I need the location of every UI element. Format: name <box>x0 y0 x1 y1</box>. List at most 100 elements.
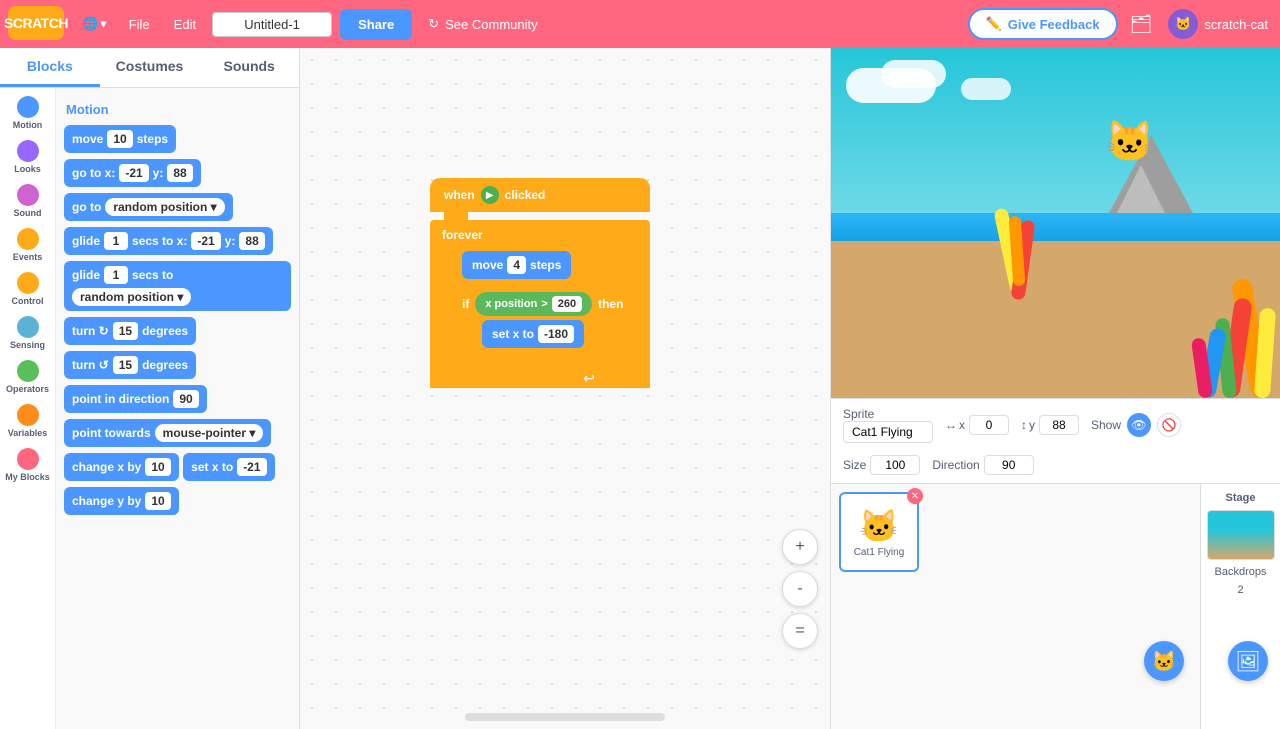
block-set-x[interactable]: set x to -21 <box>183 453 274 481</box>
scene-view: 🐱 <box>831 48 1280 398</box>
direction-input[interactable] <box>984 455 1034 475</box>
sprite-name-input[interactable] <box>843 421 933 443</box>
give-feedback-button[interactable]: ✏️ Give Feedback <box>968 8 1118 40</box>
file-menu[interactable]: File <box>121 13 158 36</box>
sidebar-item-motion[interactable]: Motion <box>3 92 53 134</box>
plants-area <box>1181 218 1280 398</box>
username-label: scratch-cat <box>1204 17 1268 32</box>
control-label: Control <box>12 296 44 306</box>
block-point-towards[interactable]: point towards mouse-pointer ▾ <box>64 419 271 447</box>
x-coord: ↔ x <box>945 415 1009 435</box>
block-glide-xy[interactable]: glide 1 secs to x: -21 y: 88 <box>64 227 273 255</box>
show-visible-button[interactable]: 👁 <box>1127 413 1151 437</box>
operators-label: Operators <box>6 384 49 394</box>
tabs-bar: Blocks Costumes Sounds <box>0 48 299 88</box>
globe-arrow: ▾ <box>100 16 107 32</box>
project-name-input[interactable]: Untitled-1 <box>212 12 332 37</box>
add-sprite-button[interactable]: 🐱 <box>1144 641 1184 681</box>
top-nav: SCRATCH 🌐 ▾ File Edit Untitled-1 Share ↻… <box>0 0 1280 48</box>
zoom-out-button[interactable]: - <box>782 571 818 607</box>
green-flag-icon: ▶ <box>481 186 499 204</box>
x-value-input[interactable] <box>969 415 1009 435</box>
size-input[interactable] <box>870 455 920 475</box>
sound-label: Sound <box>14 208 42 218</box>
code-canvas[interactable]: when ▶ clicked forever move 4 steps <box>300 48 830 729</box>
sidebar-item-sound[interactable]: Sound <box>3 180 53 222</box>
category-sidebar: Motion Looks Sound Events Control <box>0 88 56 729</box>
forever-block[interactable]: forever move 4 steps if <box>430 220 650 388</box>
sidebar-item-looks[interactable]: Looks <box>3 136 53 178</box>
blocks-list: Motion move 10 steps go to x: -21 y: 88 … <box>56 88 299 729</box>
sprites-panel: ✕ 🐱 Cat1 Flying Stage Backdrops 2 <box>831 484 1280 729</box>
right-panel: ⚑ ⬛ ⊡ ⊞ ⛶ <box>830 48 1280 729</box>
myblocks-label: My Blocks <box>5 472 50 482</box>
see-community-button[interactable]: ↻ See Community <box>420 12 545 36</box>
avatar: 🐱 <box>1168 9 1198 39</box>
direction-field: Direction <box>932 455 1033 475</box>
blocks-area: Motion Looks Sound Events Control <box>0 88 299 729</box>
stage-area: ⚑ ⬛ ⊡ ⊞ ⛶ <box>831 48 1280 398</box>
block-move-steps[interactable]: move 10 steps <box>64 125 176 153</box>
block-turn-cw[interactable]: turn ↻ 15 degrees <box>64 317 196 345</box>
forever-body: move 4 steps if x position > 26 <box>442 244 638 368</box>
sidebar-item-operators[interactable]: Operators <box>3 356 53 398</box>
block-change-y[interactable]: change y by 10 <box>64 487 179 515</box>
folder-icon[interactable]: 🗂 <box>1126 10 1157 39</box>
share-button[interactable]: Share <box>340 9 412 40</box>
if-then-block[interactable]: if x position > 260 then set x to <box>462 288 638 364</box>
add-backdrop-button[interactable]: 🖼 <box>1228 641 1268 681</box>
sprite-info-panel: Sprite ↔ x ↕ y Show 👁 🚫 <box>831 398 1280 484</box>
sidebar-item-events[interactable]: Events <box>3 224 53 266</box>
code-block-stack: when ▶ clicked forever move 4 steps <box>430 178 650 388</box>
condition-block[interactable]: x position > 260 <box>475 292 592 316</box>
tab-costumes[interactable]: Costumes <box>100 48 200 87</box>
community-icon: ↻ <box>428 16 439 32</box>
zoom-in-button[interactable]: + <box>782 529 818 565</box>
backdrops-label: Backdrops <box>1215 566 1267 578</box>
block-point-direction[interactable]: point in direction 90 <box>64 385 207 413</box>
backdrops-count: 2 <box>1237 584 1243 596</box>
sidebar-item-myblocks[interactable]: My Blocks <box>3 444 53 486</box>
sidebar-item-variables[interactable]: Variables <box>3 400 53 442</box>
sprite-thumb-label: Cat1 Flying <box>854 547 905 558</box>
backdrop-plus-icon: 🖼 <box>1235 649 1260 674</box>
scratch-logo[interactable]: SCRATCH <box>8 6 68 42</box>
globe-icon: 🌐 <box>82 16 98 32</box>
block-glide-random[interactable]: glide 1 secs to random position ▾ <box>64 261 291 311</box>
sprite-delete-button[interactable]: ✕ <box>907 488 923 504</box>
tab-sounds[interactable]: Sounds <box>199 48 299 87</box>
pencil-icon: ✏️ <box>986 16 1002 32</box>
y-value-input[interactable] <box>1039 415 1079 435</box>
main-area: Blocks Costumes Sounds Motion Looks Soun… <box>0 48 1280 729</box>
events-label: Events <box>13 252 43 262</box>
variables-label: Variables <box>8 428 48 438</box>
sidebar-item-sensing[interactable]: Sensing <box>3 312 53 354</box>
sidebar-item-control[interactable]: Control <box>3 268 53 310</box>
user-area[interactable]: 🐱 scratch-cat <box>1164 9 1272 39</box>
stage-thumbnail[interactable] <box>1207 510 1275 560</box>
zoom-fit-button[interactable]: = <box>782 613 818 649</box>
show-hidden-button[interactable]: 🚫 <box>1157 413 1181 437</box>
move-4-steps-block[interactable]: move 4 steps <box>462 251 571 279</box>
tab-blocks[interactable]: Blocks <box>0 48 100 87</box>
sprite-thumbnail-cat1flying[interactable]: ✕ 🐱 Cat1 Flying <box>839 492 919 572</box>
block-goto-random[interactable]: go to random position ▾ <box>64 193 233 221</box>
zoom-controls: + - = <box>782 529 818 649</box>
block-change-x[interactable]: change x by 10 <box>64 453 179 481</box>
set-x-to-block[interactable]: set x to -180 <box>482 320 584 348</box>
sensing-label: Sensing <box>10 340 45 350</box>
size-field: Size <box>843 455 920 475</box>
sprite-label: Sprite <box>843 407 933 421</box>
horizontal-scrollbar[interactable] <box>465 713 665 721</box>
cloud-3 <box>961 78 1011 100</box>
block-turn-ccw[interactable]: turn ↺ 15 degrees <box>64 351 196 379</box>
looks-label: Looks <box>14 164 41 174</box>
globe-button[interactable]: 🌐 ▾ <box>76 12 113 36</box>
left-panel: Blocks Costumes Sounds Motion Looks Soun… <box>0 48 300 729</box>
motion-label: Motion <box>13 120 43 130</box>
edit-menu[interactable]: Edit <box>166 13 204 36</box>
block-goto-xy[interactable]: go to x: -21 y: 88 <box>64 159 201 187</box>
cat-sprite-stage: 🐱 <box>1105 118 1155 165</box>
stage-canvas: ⚑ ⬛ ⊡ ⊞ ⛶ <box>831 48 1280 398</box>
when-flag-clicked-block[interactable]: when ▶ clicked <box>430 178 650 212</box>
